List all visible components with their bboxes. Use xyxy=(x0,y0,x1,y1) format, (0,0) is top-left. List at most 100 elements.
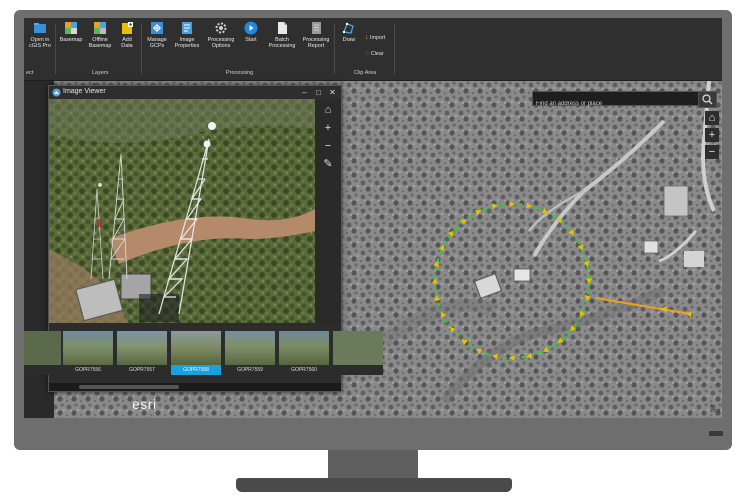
clear-button[interactable]: ○ Clear xyxy=(365,50,384,57)
gcp-target-icon xyxy=(151,22,163,34)
orbit-circle xyxy=(434,203,590,359)
manage-gcps-button[interactable]: Manage GCPs xyxy=(144,21,170,67)
image-viewer-titlebar[interactable]: Image Viewer – □ ✕ xyxy=(49,86,341,99)
thumbnail-strip: GOPR7556 GOPR7557 GOPR7558 GOPR7559 GOPR… xyxy=(24,323,383,383)
plus-icon: + xyxy=(708,129,716,141)
image-properties-button[interactable]: Image Properties xyxy=(172,21,202,67)
waypoint-marker xyxy=(475,209,482,216)
draw-button[interactable]: Draw xyxy=(338,21,360,67)
thumbnail-image xyxy=(279,331,329,365)
viewer-zoom-in-button[interactable]: + xyxy=(321,121,335,135)
thumbnail-item[interactable]: GOPR7557 xyxy=(117,331,167,375)
add-data-button[interactable]: Add Data xyxy=(116,21,138,67)
waypoint-marker xyxy=(491,353,499,360)
thumbnail-image xyxy=(24,331,61,365)
search-button[interactable] xyxy=(698,91,717,108)
thumbnail-partial[interactable] xyxy=(333,331,383,375)
start-button[interactable]: Start xyxy=(240,21,262,67)
open-in-arcgis-pro-button[interactable]: Open in cGIS Pro xyxy=(26,21,54,67)
search-box[interactable] xyxy=(532,91,702,111)
group-label-layers: Layers xyxy=(92,70,109,76)
thumbnail-item[interactable]: GOPR7556 xyxy=(63,331,113,375)
thumbnail-item[interactable]: GOPR7559 xyxy=(225,331,275,375)
waypoint-markers xyxy=(432,201,692,361)
gear-icon xyxy=(215,22,227,34)
plus-icon: + xyxy=(324,122,332,134)
waypoint-marker xyxy=(509,201,515,207)
thumbnail-partial[interactable] xyxy=(24,331,61,375)
waypoint-marker xyxy=(509,355,515,361)
waypoint-marker xyxy=(461,339,468,346)
scale-label: m 100ft xyxy=(710,403,721,413)
image-viewer-title: Image Viewer xyxy=(63,88,106,95)
waypoint-marker xyxy=(526,352,533,359)
clear-circle-icon: ○ xyxy=(365,50,370,57)
group-separator xyxy=(55,24,56,74)
basemap-grid-icon xyxy=(65,22,77,34)
waypoint-marker xyxy=(542,346,549,353)
waypoint-marker xyxy=(438,244,445,252)
close-button[interactable]: ✕ xyxy=(327,87,338,98)
horizontal-scrollbar[interactable] xyxy=(49,383,341,391)
group-label-project: ect xyxy=(26,70,34,76)
thumbnail-image xyxy=(117,331,167,365)
start-label: Start xyxy=(245,37,257,43)
thumbnail-image xyxy=(333,331,383,365)
thumbnail-image xyxy=(171,331,221,365)
batch-processing-label: Batch Processing xyxy=(268,37,296,49)
image-viewer-window[interactable]: Image Viewer – □ ✕ ⌂ + − ✎ GOPR7556 GOPR… xyxy=(24,85,383,392)
zoom-out-button[interactable]: − xyxy=(705,145,719,159)
offline-basemap-button[interactable]: Offline Basemap xyxy=(86,21,114,67)
batch-processing-button[interactable]: Batch Processing xyxy=(266,21,298,67)
import-arrow-icon: ↓ xyxy=(365,34,369,41)
maximize-button[interactable]: □ xyxy=(313,87,324,98)
monitor-stand-base xyxy=(236,478,512,492)
clear-label: Clear xyxy=(370,51,384,57)
waypoint-marker xyxy=(541,207,549,214)
drone-photo[interactable] xyxy=(49,99,315,323)
thumbnail-image xyxy=(225,331,275,365)
open-in-arcgis-pro-label: Open in cGIS Pro xyxy=(29,37,51,49)
minimize-button[interactable]: – xyxy=(299,87,310,98)
thumbnail-image xyxy=(63,331,113,365)
viewer-zoom-out-button[interactable]: − xyxy=(321,139,335,153)
ribbon-toolbar: Open in cGIS Pro Basemap Offline Basemap… xyxy=(24,18,722,81)
scrollbar-thumb[interactable] xyxy=(79,385,179,389)
waypoint-marker xyxy=(586,278,592,284)
report-icon xyxy=(312,22,321,34)
waypoint-marker xyxy=(475,348,483,355)
thumbnail-caption: GOPR7559 xyxy=(225,365,275,375)
waypoint-marker xyxy=(579,310,586,318)
waypoint-marker xyxy=(577,244,584,251)
add-data-label: Add Data xyxy=(121,37,133,49)
basemap-label: Basemap xyxy=(59,37,83,43)
offline-basemap-icon xyxy=(94,22,106,34)
tower-photo xyxy=(49,99,315,323)
thumbnail-caption: GOPR7557 xyxy=(117,365,167,375)
draw-label: Draw xyxy=(342,37,356,43)
offline-basemap-label: Offline Basemap xyxy=(88,37,112,49)
home-button[interactable]: ⌂ xyxy=(705,111,719,125)
add-data-icon xyxy=(122,22,133,34)
search-input[interactable] xyxy=(533,97,689,111)
minus-icon: − xyxy=(708,146,716,158)
basemap-button[interactable]: Basemap xyxy=(58,21,84,67)
viewer-edit-button[interactable]: ✎ xyxy=(321,157,335,171)
play-icon xyxy=(244,21,258,35)
processing-options-button[interactable]: Processing Options xyxy=(204,21,238,67)
group-separator xyxy=(334,24,335,74)
waypoint-marker xyxy=(440,311,447,318)
processing-options-label: Processing Options xyxy=(207,37,235,49)
import-label: Import xyxy=(370,35,386,41)
group-label-processing: Processing xyxy=(226,70,254,76)
group-separator xyxy=(394,24,395,74)
viewer-home-button[interactable]: ⌂ xyxy=(321,103,335,117)
thumbnail-item-selected[interactable]: GOPR7558 xyxy=(171,331,221,375)
zoom-in-button[interactable]: + xyxy=(705,128,719,142)
image-properties-label: Image Properties xyxy=(174,37,200,49)
import-button[interactable]: ↓ Import xyxy=(365,34,385,41)
processing-report-button[interactable]: Processing Report xyxy=(300,21,332,67)
app-screen: Open in cGIS Pro Basemap Offline Basemap… xyxy=(24,18,722,418)
thumbnail-item[interactable]: GOPR7560 xyxy=(279,331,329,375)
search-icon xyxy=(702,94,713,105)
